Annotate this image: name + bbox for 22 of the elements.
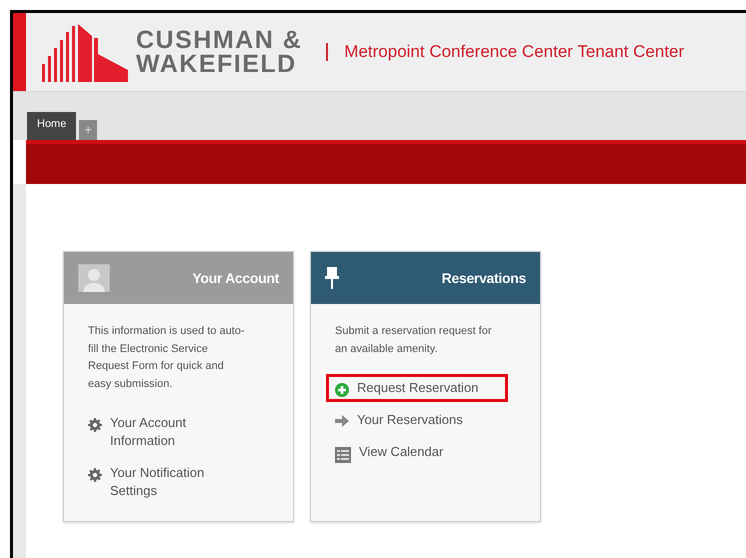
logo-icon: [42, 22, 128, 82]
card-description: This information is used to auto-fill the Electronic Service Request Form for quick and easy submission.: [88, 324, 246, 392]
logo-text: WAKEFIELD: [136, 52, 298, 76]
link[interactable]: Request Reservation: [357, 379, 478, 397]
title-separator: [326, 43, 328, 61]
link[interactable]: Your Notification Settings: [110, 464, 240, 500]
site-title: Metropoint Conference Center Tenant Center: [344, 41, 684, 64]
card-title: Your Account: [192, 268, 279, 288]
link[interactable]: Your Reservations: [357, 411, 463, 429]
link[interactable]: View Calendar: [359, 443, 444, 461]
gear-icon: [88, 468, 102, 482]
pushpin-icon: [325, 267, 339, 289]
card-title: Reservations: [442, 268, 526, 288]
arrow-icon: [335, 415, 349, 427]
avatar-icon: [78, 264, 110, 292]
tab[interactable]: Home: [27, 112, 76, 140]
calendar-icon: [335, 447, 351, 463]
card-description: Submit a reservation request for an available amenity.: [335, 324, 493, 356]
logo-text: CUSHMAN &: [136, 28, 302, 52]
plus-circle-icon: [335, 383, 349, 397]
link[interactable]: Your Account Information: [110, 414, 240, 450]
gear-icon: [88, 418, 102, 432]
